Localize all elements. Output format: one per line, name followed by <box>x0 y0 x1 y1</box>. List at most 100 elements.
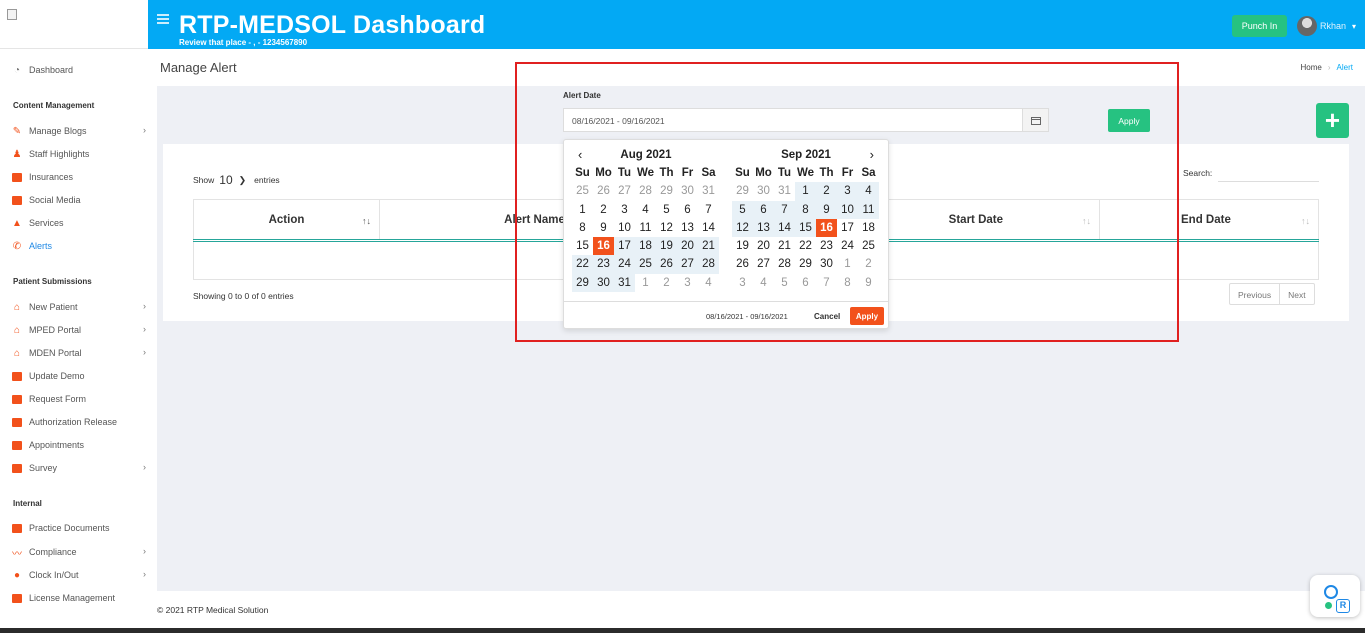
calendar-day[interactable]: 2 <box>593 201 614 219</box>
calendar-day[interactable]: 30 <box>753 182 774 200</box>
calendar-day[interactable]: 7 <box>774 200 795 219</box>
calendar-day[interactable]: 28 <box>635 182 656 200</box>
calendar-day[interactable]: 25 <box>635 255 656 274</box>
sidebar-item-compliance[interactable]: 〰 Compliance › <box>0 542 157 562</box>
calendar-day[interactable]: 6 <box>677 201 698 219</box>
previous-button[interactable]: Previous <box>1230 284 1279 304</box>
calendar-day[interactable]: 27 <box>753 255 774 273</box>
calendar-day[interactable]: 3 <box>732 274 753 292</box>
calendar-day[interactable]: 30 <box>593 273 614 293</box>
add-alert-button[interactable]: + <box>1316 103 1349 138</box>
calendar-day-selected[interactable]: 16 <box>593 237 614 256</box>
calendar-day[interactable]: 7 <box>816 274 837 292</box>
calendar-day[interactable]: 6 <box>753 200 774 219</box>
calendar-day[interactable]: 24 <box>837 237 858 255</box>
calendar-day[interactable]: 22 <box>572 255 593 274</box>
breadcrumb-home[interactable]: Home <box>1301 63 1322 72</box>
calendar-day[interactable]: 22 <box>795 237 816 255</box>
calendar-day[interactable]: 8 <box>572 219 593 237</box>
calendar-day[interactable]: 17 <box>614 237 635 256</box>
sidebar-item-authorization-release[interactable]: Authorization Release <box>0 412 157 432</box>
calendar-day[interactable]: 19 <box>732 237 753 255</box>
sidebar-item-services[interactable]: ▲ Services <box>0 213 157 233</box>
calendar-day[interactable]: 1 <box>635 274 656 292</box>
support-widget[interactable]: R <box>1310 575 1360 617</box>
alert-date-input[interactable]: 08/16/2021 - 09/16/2021 <box>563 108 1023 132</box>
calendar-day[interactable]: 4 <box>698 274 719 292</box>
calendar-day[interactable]: 10 <box>614 219 635 237</box>
column-action[interactable]: Action ↑↓ <box>194 200 380 240</box>
calendar-day[interactable]: 8 <box>795 200 816 219</box>
sidebar-item-alerts[interactable]: ✆ Alerts <box>0 236 157 256</box>
cancel-button[interactable]: Cancel <box>814 312 840 321</box>
avatar[interactable] <box>1297 16 1317 36</box>
next-button[interactable]: Next <box>1279 284 1313 304</box>
calendar-day[interactable]: 21 <box>698 237 719 256</box>
calendar-day[interactable]: 20 <box>753 237 774 255</box>
sidebar-item-appointments[interactable]: Appointments <box>0 435 157 455</box>
sidebar-item-request-form[interactable]: Request Form <box>0 389 157 409</box>
calendar-day-selected[interactable]: 16 <box>816 218 837 238</box>
hamburger-menu-icon[interactable] <box>157 14 169 24</box>
calendar-day[interactable]: 26 <box>732 255 753 273</box>
calendar-day[interactable]: 23 <box>593 255 614 274</box>
calendar-day[interactable]: 31 <box>614 273 635 293</box>
calendar-day[interactable]: 2 <box>816 182 837 201</box>
chevron-down-icon[interactable]: ❯ <box>239 175 247 186</box>
calendar-day[interactable]: 12 <box>656 219 677 237</box>
calendar-day[interactable]: 21 <box>774 237 795 255</box>
calendar-day[interactable]: 3 <box>837 182 858 201</box>
calendar-day[interactable]: 28 <box>774 255 795 273</box>
calendar-day[interactable]: 23 <box>816 237 837 255</box>
calendar-day[interactable]: 13 <box>677 219 698 237</box>
column-end-date[interactable]: End Date ↑↓ <box>1100 200 1318 240</box>
calendar-day[interactable]: 3 <box>677 274 698 292</box>
calendar-day[interactable]: 3 <box>614 201 635 219</box>
calendar-day[interactable]: 19 <box>656 237 677 256</box>
sidebar-item-clock-in-out[interactable]: ● Clock In/Out › <box>0 565 157 585</box>
calendar-day[interactable]: 30 <box>816 255 837 273</box>
entries-select[interactable]: 10 <box>219 173 232 187</box>
calendar-day[interactable]: 2 <box>656 274 677 292</box>
calendar-day[interactable]: 1 <box>795 182 816 201</box>
calendar-day[interactable]: 30 <box>677 182 698 200</box>
sidebar-item-mped-portal[interactable]: ⌂ MPED Portal › <box>0 320 157 340</box>
calendar-day[interactable]: 14 <box>698 219 719 237</box>
calendar-day[interactable]: 25 <box>572 182 593 200</box>
calendar-day[interactable]: 15 <box>795 218 816 238</box>
calendar-day[interactable]: 31 <box>774 182 795 200</box>
calendar-day[interactable]: 4 <box>858 182 879 201</box>
apply-range-button[interactable]: Apply <box>850 307 884 325</box>
calendar-day[interactable]: 24 <box>614 255 635 274</box>
apply-filter-button[interactable]: Apply <box>1108 109 1150 132</box>
calendar-day[interactable]: 1 <box>837 255 858 273</box>
calendar-day[interactable]: 29 <box>795 255 816 273</box>
sidebar-item-manage-blogs[interactable]: ✎ Manage Blogs › <box>0 121 157 141</box>
calendar-day[interactable]: 8 <box>837 274 858 292</box>
calendar-day[interactable]: 28 <box>698 255 719 274</box>
calendar-day[interactable]: 7 <box>698 201 719 219</box>
username[interactable]: Rkhan <box>1320 21 1346 31</box>
calendar-day[interactable]: 1 <box>572 201 593 219</box>
calendar-day[interactable]: 2 <box>858 255 879 273</box>
calendar-day[interactable]: 11 <box>635 219 656 237</box>
calendar-day[interactable]: 10 <box>837 200 858 219</box>
calendar-day[interactable]: 26 <box>656 255 677 274</box>
calendar-day[interactable]: 26 <box>593 182 614 200</box>
calendar-day[interactable]: 12 <box>732 218 753 238</box>
calendar-day[interactable]: 29 <box>656 182 677 200</box>
sidebar-item-mden-portal[interactable]: ⌂ MDEN Portal › <box>0 343 157 363</box>
logo[interactable] <box>0 0 148 49</box>
search-input[interactable] <box>1218 162 1319 182</box>
calendar-day[interactable]: 9 <box>858 274 879 292</box>
calendar-day[interactable]: 9 <box>593 219 614 237</box>
calendar-day[interactable]: 27 <box>677 255 698 274</box>
calendar-day[interactable]: 20 <box>677 237 698 256</box>
calendar-day[interactable]: 5 <box>732 200 753 219</box>
calendar-day[interactable]: 6 <box>795 274 816 292</box>
sidebar-item-insurances[interactable]: Insurances <box>0 167 157 187</box>
calendar-day[interactable]: 31 <box>698 182 719 200</box>
calendar-day[interactable]: 29 <box>572 273 593 293</box>
sidebar-item-update-demo[interactable]: Update Demo <box>0 366 157 386</box>
sidebar-item-new-patient[interactable]: ⌂ New Patient › <box>0 297 157 317</box>
